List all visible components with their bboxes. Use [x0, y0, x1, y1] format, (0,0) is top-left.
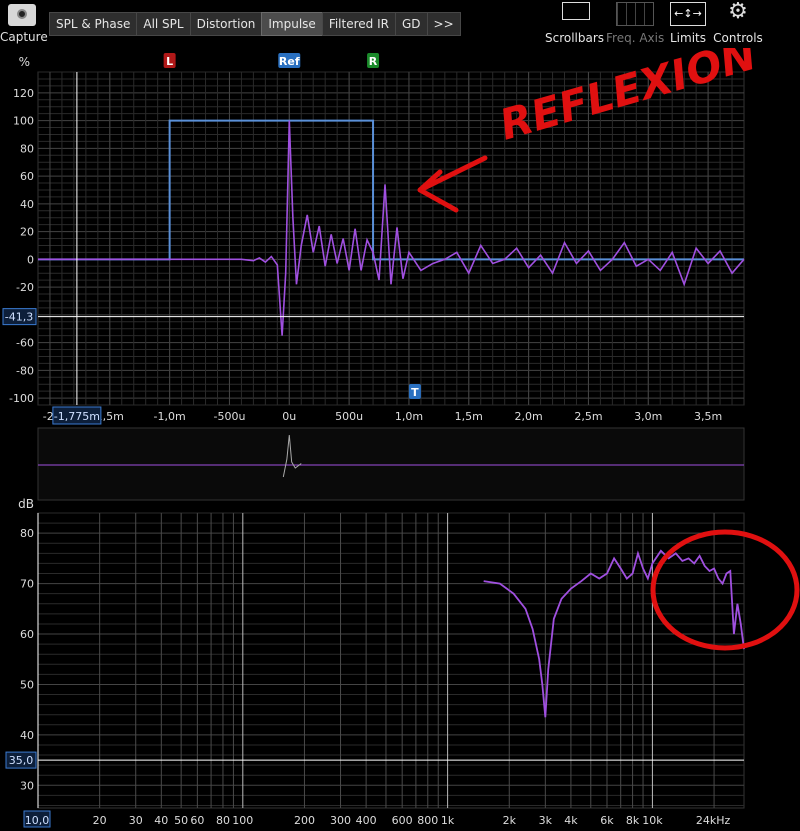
fr-ytick: 70 — [20, 578, 34, 591]
impulse-xtick: 0u — [282, 410, 296, 423]
impulse-xtick: 2,0m — [515, 410, 543, 423]
controls-button[interactable]: ⚙ Controls — [712, 0, 764, 48]
fr-xtick: 8k — [626, 814, 640, 827]
fr-xtick: 400 — [356, 814, 377, 827]
limits-arrows-icon: ←↕→ — [670, 2, 706, 26]
marker-l-label: L — [166, 55, 173, 68]
tab-filtered-ir[interactable]: Filtered IR — [321, 12, 396, 36]
impulse-ytick: -100 — [9, 392, 34, 405]
fr-xtick: 3k — [539, 814, 553, 827]
tab-distortion[interactable]: Distortion — [189, 12, 263, 36]
view-tabs: SPL & Phase All SPL Distortion Impulse F… — [49, 12, 461, 36]
impulse-ytick: 0 — [27, 253, 34, 266]
scrollbars-label: Scrollbars — [545, 31, 605, 45]
impulse-ytick: 100 — [13, 115, 34, 128]
camera-icon — [8, 4, 36, 26]
fr-xtick: 1k — [441, 814, 455, 827]
tab-all-spl[interactable]: All SPL — [136, 12, 191, 36]
impulse-ytick: 80 — [20, 142, 34, 155]
fr-xtick: 200 — [294, 814, 315, 827]
fr-xtick: 24kHz — [696, 814, 731, 827]
impulse-xtick: 2,5m — [574, 410, 602, 423]
fr-xtick: 50 — [174, 814, 188, 827]
fr-ytick: 60 — [20, 628, 34, 641]
impulse-ytick: 20 — [20, 226, 34, 239]
impulse-ytick: 120 — [13, 87, 34, 100]
fr-xtick: 40 — [154, 814, 168, 827]
fr-ytick: 50 — [20, 678, 34, 691]
impulse-ytick: -80 — [16, 364, 34, 377]
fr-ytick: 80 — [20, 527, 34, 540]
fr-xtick: 600 — [392, 814, 413, 827]
fr-xtick: 30 — [129, 814, 143, 827]
impulse-ytick: 60 — [20, 170, 34, 183]
limits-button[interactable]: ←↕→ Limits — [668, 0, 708, 48]
impulse-xtick: -500u — [213, 410, 245, 423]
impulse-ytick: -60 — [16, 337, 34, 350]
limits-label: Limits — [670, 31, 706, 45]
freq-axis-button[interactable]: Freq. Axis — [606, 0, 664, 48]
tab-impulse[interactable]: Impulse — [261, 12, 323, 36]
impulse-xtick: 3,5m — [694, 410, 722, 423]
fr-xtick: 80 — [216, 814, 230, 827]
tab-more[interactable]: >> — [426, 12, 461, 36]
fr-xtick: 100 — [232, 814, 253, 827]
scrollbars-icon — [562, 2, 590, 20]
impulse-ylabel: % — [19, 55, 30, 69]
fr-ytick: 30 — [20, 779, 34, 792]
impulse-xtick: 500u — [335, 410, 363, 423]
fr-xtick: 60 — [190, 814, 204, 827]
fr-xtick: 800 — [417, 814, 438, 827]
impulse-xtick: 1,0m — [395, 410, 423, 423]
fr-xtick: 2k — [503, 814, 517, 827]
impulse-cursor-y-value: -41,3 — [5, 311, 33, 324]
impulse-xtick: 3,0m — [634, 410, 662, 423]
freq-axis-icon — [616, 2, 654, 26]
fr-cursor-y-value: 35,0 — [9, 754, 34, 767]
tab-spl-phase[interactable]: SPL & Phase — [49, 12, 138, 36]
fr-xtick: 4k — [564, 814, 578, 827]
impulse-xtick: -1,0m — [154, 410, 186, 423]
impulse-ytick: 40 — [20, 198, 34, 211]
marker-t-label: T — [411, 386, 419, 399]
marker-r-label: R — [369, 55, 378, 68]
toolbar: Capture SPL & Phase All SPL Distortion I… — [0, 0, 800, 48]
controls-label: Controls — [713, 31, 763, 45]
fr-ylabel: dB — [18, 497, 34, 511]
fr-xtick: 10k — [642, 814, 663, 827]
scrollbars-button[interactable]: Scrollbars — [545, 0, 605, 48]
impulse-xtick: 1,5m — [455, 410, 483, 423]
gear-icon: ⚙ — [728, 0, 748, 24]
fr-xtick: 20 — [93, 814, 107, 827]
tab-gd[interactable]: GD — [394, 12, 428, 36]
fr-cursor-x-value: 10,0 — [25, 814, 50, 827]
impulse-overview[interactable] — [37, 427, 745, 501]
capture-label: Capture — [0, 30, 48, 44]
capture-button[interactable]: Capture — [0, 0, 48, 48]
fr-xtick: 6k — [600, 814, 614, 827]
fr-ytick: 40 — [20, 729, 34, 742]
marker-ref-label: Ref — [279, 55, 300, 68]
frequency-response-plot[interactable]: 807060504030 20 30 40 50 60 80 100 200 300 400 600… — [5, 497, 745, 828]
impulse-ytick: -20 — [16, 281, 34, 294]
fr-xtick: 300 — [330, 814, 351, 827]
freq-axis-label: Freq. Axis — [606, 31, 665, 45]
impulse-cursor-x-value: -1,775m — [54, 410, 100, 423]
charts-area[interactable]: 120100806040200-20-40-60-80-100 -2,1,5m-… — [0, 48, 800, 831]
